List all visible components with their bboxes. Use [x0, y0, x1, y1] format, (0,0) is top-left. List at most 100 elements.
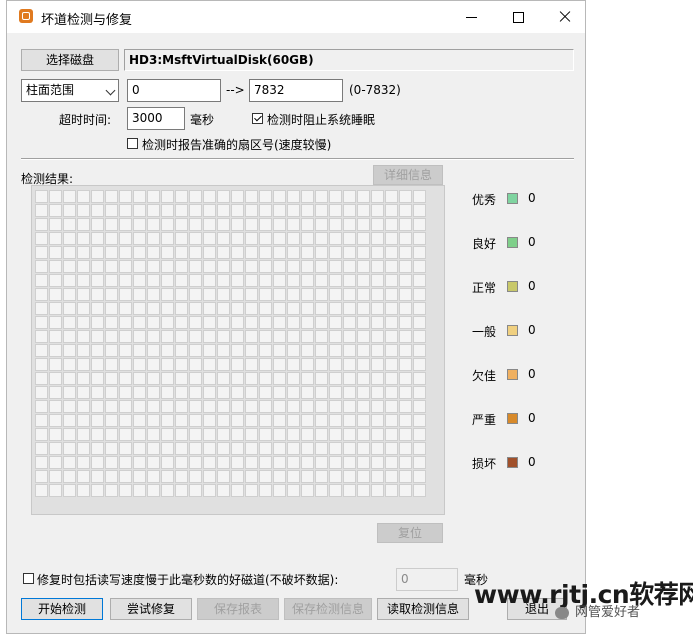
- sector-cell: [217, 232, 230, 245]
- sector-cell: [399, 288, 412, 301]
- maximize-icon[interactable]: [501, 5, 537, 29]
- sector-cell: [301, 344, 314, 357]
- sector-cell: [77, 386, 90, 399]
- sector-cell: [329, 470, 342, 483]
- reset-button[interactable]: 复位: [377, 523, 443, 543]
- sector-cell: [49, 414, 62, 427]
- legend-swatch: [507, 193, 518, 204]
- sector-cell: [91, 344, 104, 357]
- sector-cell: [133, 386, 146, 399]
- legend-count: 0: [528, 411, 536, 425]
- sector-cell: [161, 442, 174, 455]
- sector-cell: [35, 274, 48, 287]
- sector-cell: [35, 190, 48, 203]
- sector-cell: [35, 428, 48, 441]
- start-scan-button[interactable]: 开始检测: [21, 598, 103, 620]
- sector-cell: [49, 302, 62, 315]
- sector-cell: [245, 358, 258, 371]
- sector-cell: [77, 316, 90, 329]
- sector-cell: [301, 274, 314, 287]
- sector-cell: [245, 302, 258, 315]
- repair-slow-input[interactable]: 0: [396, 568, 458, 591]
- sector-cell: [35, 260, 48, 273]
- sector-cell: [217, 274, 230, 287]
- sector-cell: [245, 456, 258, 469]
- try-repair-button[interactable]: 尝试修复: [110, 598, 192, 620]
- sector-cell: [133, 246, 146, 259]
- sector-cell: [49, 428, 62, 441]
- sector-cell: [161, 330, 174, 343]
- sector-cell: [217, 414, 230, 427]
- range-start-input[interactable]: 0: [127, 79, 221, 102]
- select-disk-button[interactable]: 选择磁盘: [21, 49, 119, 71]
- sector-cell: [147, 218, 160, 231]
- report-sector-checkbox[interactable]: [127, 138, 138, 149]
- sector-cell: [175, 330, 188, 343]
- timeout-input[interactable]: 3000: [127, 107, 185, 130]
- sector-cell: [231, 260, 244, 273]
- sector-cell: [35, 344, 48, 357]
- sector-cell: [259, 372, 272, 385]
- sector-cell: [217, 400, 230, 413]
- sector-cell: [189, 470, 202, 483]
- sector-cell: [301, 372, 314, 385]
- sector-cell: [245, 274, 258, 287]
- sector-cell: [203, 204, 216, 217]
- sector-cell: [245, 372, 258, 385]
- sector-cell: [63, 218, 76, 231]
- sector-cell: [49, 470, 62, 483]
- sector-cell: [105, 260, 118, 273]
- sector-cell: [147, 330, 160, 343]
- sector-cell: [91, 232, 104, 245]
- sector-cell: [273, 344, 286, 357]
- range-end-input[interactable]: 7832: [249, 79, 343, 102]
- read-scan-info-button[interactable]: 读取检测信息: [377, 598, 469, 620]
- sector-cell: [63, 232, 76, 245]
- sector-cell: [203, 372, 216, 385]
- sector-cell: [287, 246, 300, 259]
- sector-cell: [357, 274, 370, 287]
- save-scan-info-button[interactable]: 保存检测信息: [284, 598, 372, 620]
- sector-cell: [357, 484, 370, 497]
- sector-cell: [371, 232, 384, 245]
- close-icon[interactable]: [547, 5, 583, 29]
- sector-cell: [105, 372, 118, 385]
- sector-cell: [259, 400, 272, 413]
- minimize-icon[interactable]: [453, 5, 489, 29]
- sector-cell: [315, 302, 328, 315]
- sector-cell: [273, 218, 286, 231]
- sector-cell: [203, 302, 216, 315]
- prevent-sleep-checkbox[interactable]: [252, 113, 263, 124]
- sector-cell: [49, 190, 62, 203]
- sector-cell: [245, 316, 258, 329]
- sector-cell: [315, 316, 328, 329]
- sector-cell: [217, 204, 230, 217]
- sector-cell: [273, 456, 286, 469]
- sector-cell: [63, 470, 76, 483]
- legend-swatch: [507, 413, 518, 424]
- sector-cell: [49, 372, 62, 385]
- sector-cell: [147, 260, 160, 273]
- details-button[interactable]: 详细信息: [373, 165, 443, 185]
- sector-cell: [231, 330, 244, 343]
- sector-cell: [343, 232, 356, 245]
- save-report-button[interactable]: 保存报表: [197, 598, 279, 620]
- sector-cell: [371, 456, 384, 469]
- sector-cell: [119, 260, 132, 273]
- sector-cell: [133, 316, 146, 329]
- sector-cell: [105, 218, 118, 231]
- sector-cell: [77, 218, 90, 231]
- sector-cell: [231, 302, 244, 315]
- sector-cell: [231, 288, 244, 301]
- sector-cell: [133, 372, 146, 385]
- legend-swatch: [507, 325, 518, 336]
- sector-cell: [35, 288, 48, 301]
- sector-cell: [357, 232, 370, 245]
- range-mode-select[interactable]: 柱面范围: [21, 79, 119, 102]
- sector-cell: [217, 442, 230, 455]
- repair-slow-checkbox[interactable]: [23, 573, 34, 584]
- sector-cell: [329, 232, 342, 245]
- sector-cell: [203, 442, 216, 455]
- chevron-down-icon: [105, 85, 116, 96]
- sector-cell: [203, 274, 216, 287]
